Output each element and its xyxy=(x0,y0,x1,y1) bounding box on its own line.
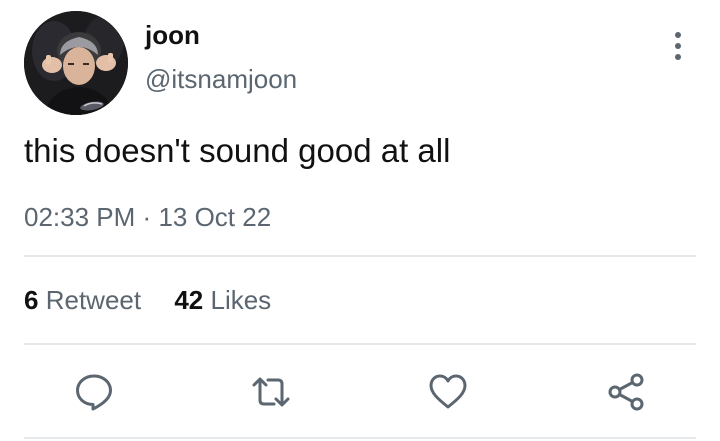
handle[interactable]: @itsnamjoon xyxy=(145,64,297,95)
tweet-time: 02:33 PM xyxy=(24,202,136,232)
avatar[interactable] xyxy=(24,11,128,115)
share-button[interactable] xyxy=(606,372,646,412)
retweet-button[interactable] xyxy=(251,372,291,412)
likes-count: 42 xyxy=(174,285,204,315)
like-button[interactable] xyxy=(428,372,468,412)
likes-label: Likes xyxy=(210,285,272,315)
tweet-date: 13 Oct 22 xyxy=(158,202,272,232)
reply-button[interactable] xyxy=(74,372,114,412)
heart-icon xyxy=(429,374,467,409)
more-options-button[interactable] xyxy=(664,28,692,64)
tweet-text: this doesn't sound good at all xyxy=(24,132,451,169)
speech-bubble-icon xyxy=(76,374,112,411)
vertical-dots-icon xyxy=(675,32,681,38)
retweet-arrows-icon xyxy=(252,377,290,407)
divider xyxy=(24,343,696,345)
divider xyxy=(24,255,696,257)
share-nodes-icon xyxy=(608,373,644,411)
retweet-count: 6 xyxy=(24,285,39,315)
divider xyxy=(24,437,696,439)
profile-photo-icon xyxy=(24,11,128,115)
retweet-label: Retweet xyxy=(45,285,142,315)
tweet-card: joon @itsnamjoon this doesn't sound good… xyxy=(0,0,720,441)
display-name[interactable]: joon xyxy=(145,20,200,51)
retweet-stat[interactable]: 6 Retweet xyxy=(24,285,141,316)
likes-stat[interactable]: 42 Likes xyxy=(174,285,271,316)
meta-separator: · xyxy=(142,202,152,232)
tweet-timestamp: 02:33 PM · 13 Oct 22 xyxy=(24,202,271,233)
engagement-stats: 6 Retweet 42 Likes xyxy=(24,285,271,316)
